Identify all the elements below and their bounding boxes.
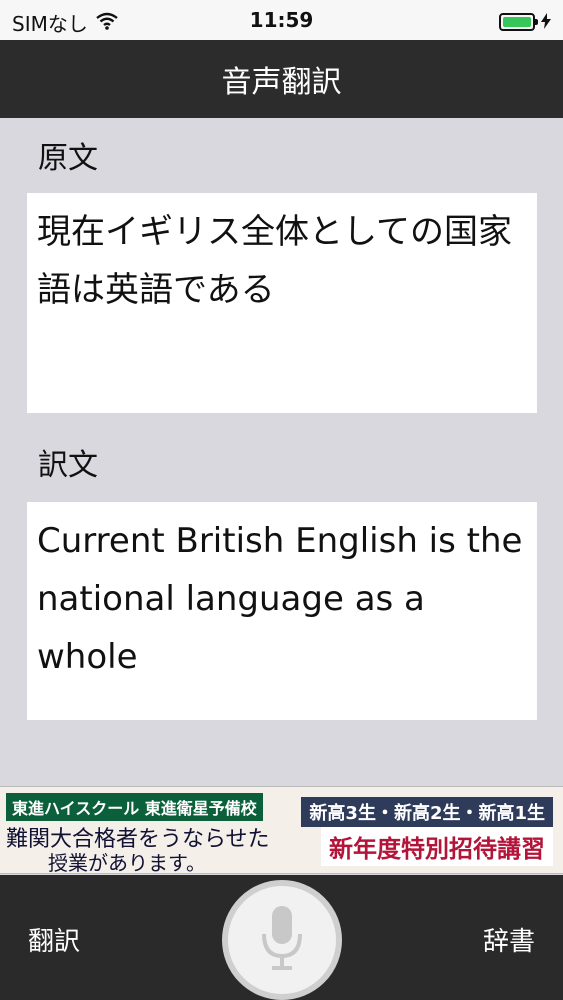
ad-tagline-2: 授業があります。 (48, 851, 206, 875)
microphone-icon (258, 902, 306, 978)
status-bar: SIMなし 11:59 (0, 0, 563, 40)
translate-button[interactable]: 翻訳 (28, 921, 80, 958)
translation-label: 訳文 (38, 448, 98, 483)
ad-grades: 新高3生・新高2生・新高1生 (301, 797, 553, 827)
ad-banner[interactable]: 東進ハイスクール 東進衛星予備校 難関大合格者をうならせた 授業があります。 新… (0, 786, 563, 875)
translation-text-box[interactable]: Current British English is the national … (27, 502, 537, 720)
page-title: 音声翻訳 (221, 65, 342, 100)
translation-text: Current British English is the national … (37, 521, 523, 677)
clock: 11:59 (249, 8, 314, 32)
source-label: 原文 (38, 141, 98, 176)
status-right (499, 10, 551, 34)
source-text: 現在イギリス全体としての国家語は英語である (37, 212, 512, 310)
ad-campaign: 新年度特別招待講習 (321, 827, 553, 866)
source-text-box[interactable]: 現在イギリス全体としての国家語は英語である (27, 193, 537, 413)
ad-school-name: 東進ハイスクール 東進衛星予備校 (6, 793, 263, 821)
charging-icon (541, 10, 551, 34)
dictionary-button[interactable]: 辞書 (483, 921, 535, 958)
microphone-button[interactable] (222, 880, 342, 1000)
battery-icon (499, 13, 538, 31)
navigation-bar: 音声翻訳 (0, 40, 563, 118)
